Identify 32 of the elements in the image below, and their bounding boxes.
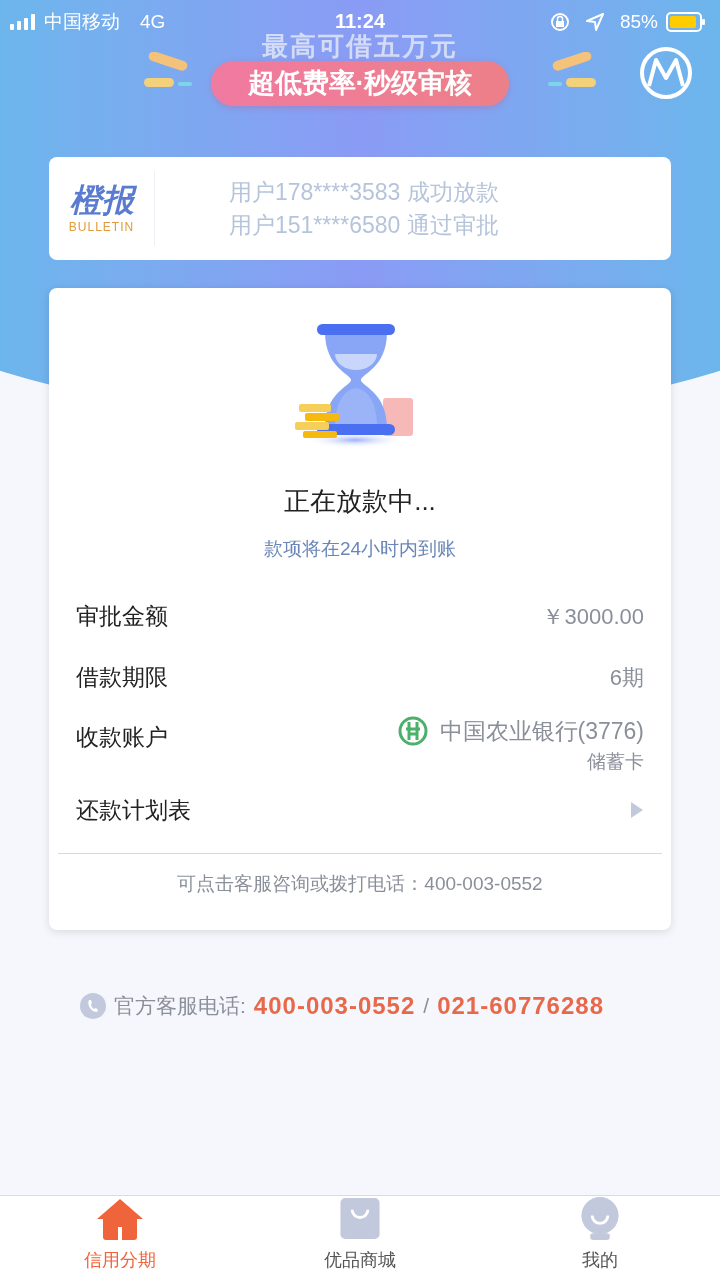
phone-icon (80, 993, 106, 1019)
tab[interactable]: 我的 (480, 1196, 720, 1280)
location-arrow-icon (585, 13, 604, 32)
carrier-name: 中国移动 (44, 10, 120, 34)
detail-value: 6期 (609, 663, 644, 692)
signal-icon (10, 14, 38, 31)
chevron-right-icon (630, 801, 644, 819)
service-hint: 可点击客服咨询或拨打电话：400-003-0552 (177, 871, 543, 896)
detail-value: ￥3000.00 (542, 602, 644, 631)
banner-headline: 最高可借五万元 (262, 33, 458, 60)
logo-icon (639, 46, 693, 100)
clock-time: 11:24 (334, 9, 386, 34)
bank-logo-icon (397, 715, 428, 746)
bulletin-message: 用户151****6580 通过审批 (229, 211, 499, 240)
bulletin-logo-caption: BULLETIN (68, 218, 135, 236)
battery-icon (666, 12, 706, 33)
bulletin-message: 用户178****3583 成功放款 (229, 178, 499, 207)
status-subtitle: 款项将在24小时内到账 (263, 537, 457, 561)
slogan-banner: 超低费率·秒级审核 (211, 61, 509, 106)
rotation-lock-icon (549, 12, 570, 33)
status-title: 正在放款中... (284, 485, 436, 518)
network-type: 4G (140, 10, 166, 34)
separator: / (423, 993, 430, 1020)
battery-percent: 85% (619, 10, 658, 34)
bank-account: 中国农业银行(3776) (439, 716, 644, 746)
repayment-schedule-link[interactable]: 还款计划表 (49, 779, 671, 841)
detail-label: 收款账户 (76, 722, 168, 752)
hotline-label: 官方客服电话: (114, 993, 246, 1020)
card-type: 储蓄卡 (587, 750, 644, 774)
tab[interactable]: 优品商城 (240, 1196, 480, 1280)
detail-label: 审批金额 (76, 601, 168, 631)
detail-label: 借款期限 (76, 662, 168, 692)
